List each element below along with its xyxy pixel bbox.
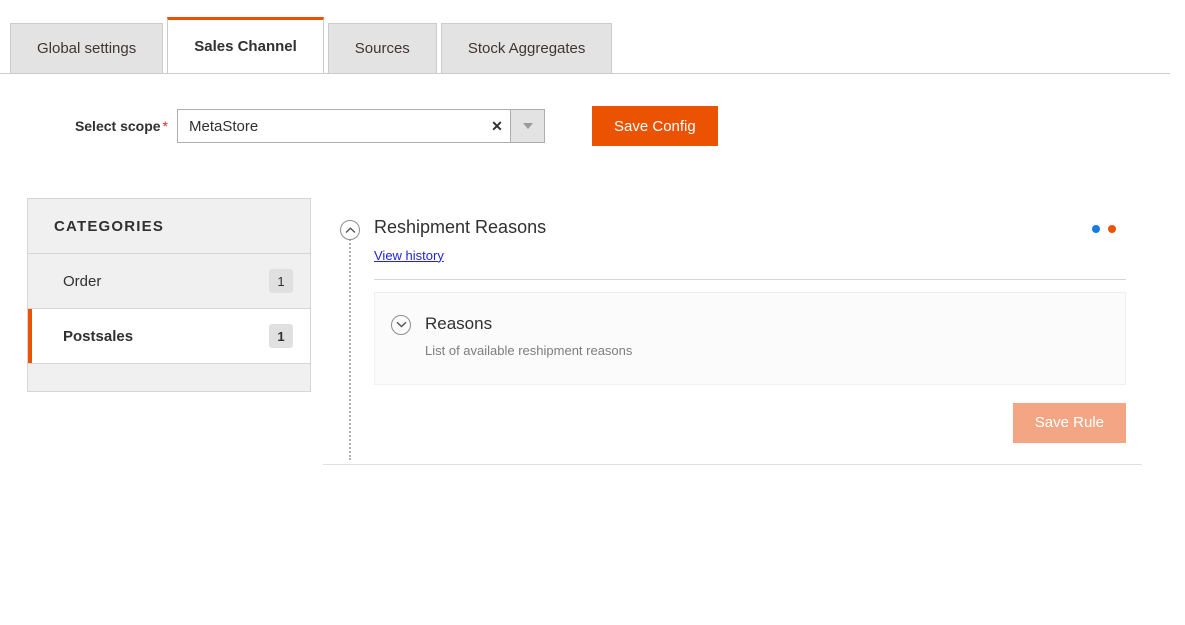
section-connector-rail [349, 232, 351, 460]
reasons-card-description: List of available reshipment reasons [425, 343, 633, 359]
section-title: Reshipment Reasons [374, 217, 547, 237]
sidebar-item-order[interactable]: Order 1 [28, 254, 310, 309]
tab-sources[interactable]: Sources [327, 23, 437, 73]
tab-strip: Global settings Sales Channel Sources St… [0, 17, 1170, 74]
tab-label: Stock Aggregates [467, 40, 586, 57]
sidebar-item-label: Postsales [63, 327, 134, 345]
scope-label-text: Select scope [74, 118, 161, 134]
status-dot-blue [1092, 225, 1100, 233]
tab-sales-channel[interactable]: Sales Channel [167, 17, 324, 73]
sidebar-footer [28, 364, 310, 391]
tab-global-settings[interactable]: Global settings [10, 23, 164, 73]
scope-label: Select scope * [0, 118, 177, 134]
status-dots [1092, 225, 1116, 233]
sidebar-header: CATEGORIES [28, 199, 310, 254]
scope-dropdown-toggle[interactable] [510, 110, 544, 142]
scope-select-value[interactable]: MetaStore [178, 110, 484, 142]
rule-actions: Save Rule [374, 402, 1126, 443]
categories-sidebar: CATEGORIES Order 1 Postsales 1 [27, 198, 311, 392]
required-asterisk: * [162, 118, 168, 134]
bottom-divider [323, 464, 1142, 465]
reshipment-reasons-section: Reshipment Reasons View history Reasons … [323, 198, 1143, 473]
reasons-card[interactable]: Reasons List of available reshipment rea… [374, 291, 1126, 385]
tab-label: Sources [354, 40, 410, 57]
scope-select[interactable]: MetaStore ✕ [177, 109, 545, 143]
sidebar-item-postsales[interactable]: Postsales 1 [28, 309, 310, 364]
tab-stock-aggregates[interactable]: Stock Aggregates [440, 23, 613, 73]
status-dot-orange [1108, 225, 1116, 233]
save-config-button[interactable]: Save Config [592, 106, 718, 146]
tab-label: Sales Channel [194, 38, 297, 55]
reasons-card-title: Reasons [425, 313, 493, 333]
save-rule-button[interactable]: Save Rule [1012, 402, 1126, 443]
tab-label: Global settings [37, 40, 137, 57]
chevron-down-icon [522, 123, 533, 129]
sidebar-item-label: Order [63, 272, 102, 290]
chevron-down-circle-icon[interactable] [391, 314, 411, 335]
sidebar-item-badge: 1 [269, 269, 293, 293]
main-content: Reshipment Reasons View history Reasons … [323, 198, 1143, 473]
section-divider [374, 278, 1126, 280]
chevron-up-circle-icon[interactable] [340, 220, 360, 240]
tab-list: Global settings Sales Channel Sources St… [10, 17, 613, 73]
view-history-link[interactable]: View history [374, 248, 444, 263]
scope-selector-row: Select scope * MetaStore ✕ Save Config [0, 104, 718, 148]
sidebar-item-badge: 1 [269, 324, 293, 348]
clear-icon[interactable]: ✕ [484, 110, 510, 142]
